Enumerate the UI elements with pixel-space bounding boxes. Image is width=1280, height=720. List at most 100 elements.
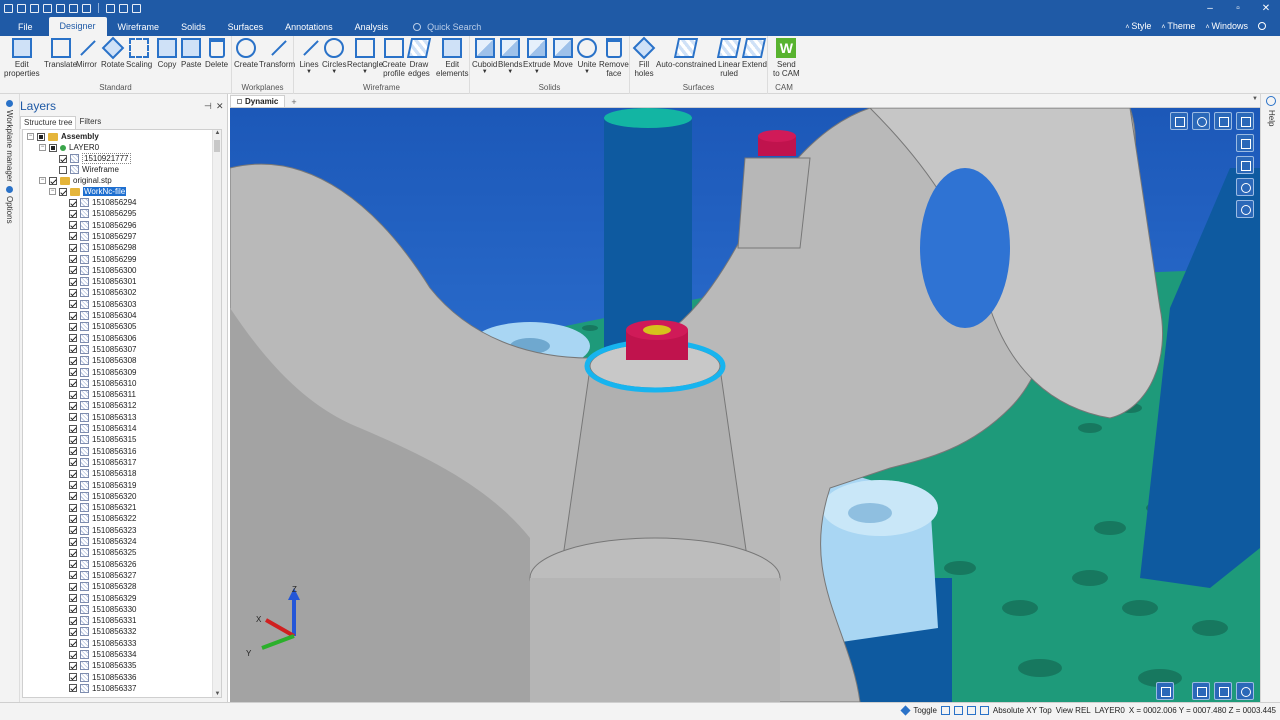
3d-viewport[interactable]: Z X Y <box>230 108 1260 702</box>
scroll-down-icon[interactable]: ▼ <box>213 691 221 697</box>
tree-row[interactable]: 1510856330 <box>69 604 137 615</box>
settings-icon[interactable] <box>1258 22 1266 30</box>
tree-row[interactable]: 1510856335 <box>69 660 137 671</box>
minimize-button[interactable]: – <box>1196 0 1224 16</box>
extrude-button[interactable]: Extrude ▼ <box>523 38 551 75</box>
layer-checkbox[interactable] <box>69 639 77 648</box>
open-folder-icon[interactable] <box>17 3 26 13</box>
menu-file[interactable]: File <box>0 18 49 36</box>
layer-checkbox[interactable] <box>69 684 77 693</box>
layer-checkbox[interactable] <box>69 243 77 252</box>
clipboard-icon[interactable] <box>132 3 141 13</box>
tree-row-layer0-child[interactable]: 1510921777 <box>59 153 131 164</box>
tree-row[interactable]: 1510856317 <box>69 457 137 468</box>
grid-view-icon[interactable] <box>1236 156 1254 174</box>
transform-button[interactable]: Transform <box>259 38 295 69</box>
tree-row[interactable]: 1510856300 <box>69 265 137 276</box>
tree-row[interactable]: 1510856305 <box>69 321 137 332</box>
tree-row[interactable]: 1510856301 <box>69 276 137 287</box>
menu-solids[interactable]: Solids <box>170 18 217 36</box>
move-button[interactable]: Move <box>553 38 573 69</box>
tree-row-layer0[interactable]: − LAYER0 <box>39 142 99 153</box>
close-button[interactable]: ✕ <box>1252 0 1280 16</box>
scaling-button[interactable]: Scaling <box>126 38 152 69</box>
menu-surfaces[interactable]: Surfaces <box>217 18 275 36</box>
linear-ruled-button[interactable]: Linear ruled <box>716 38 742 78</box>
scroll-thumb[interactable] <box>214 140 220 152</box>
layer-checkbox[interactable] <box>69 232 77 241</box>
status-view[interactable]: Absolute XY Top <box>993 706 1052 715</box>
tree-row[interactable]: 1510856324 <box>69 536 137 547</box>
tree-row[interactable]: 1510856315 <box>69 434 137 445</box>
lines-button[interactable]: Lines ▼ <box>299 38 319 75</box>
auto-constrained-button[interactable]: Auto-constrained <box>656 38 716 69</box>
tab-filters[interactable]: Filters <box>76 116 104 129</box>
add-tab-button[interactable]: + <box>285 97 302 107</box>
tree-row[interactable]: 1510856313 <box>69 412 137 423</box>
layer-checkbox[interactable] <box>69 311 77 320</box>
undo-icon[interactable] <box>106 3 115 13</box>
tree-row[interactable]: 1510856307 <box>69 344 137 355</box>
layer-checkbox[interactable] <box>69 390 77 399</box>
edit-properties-button[interactable]: Edit properties <box>4 38 40 78</box>
side-tab-workplane-manager[interactable]: Workplane manager <box>5 110 14 182</box>
tree-row[interactable]: 1510856321 <box>69 502 137 513</box>
save-as-icon[interactable] <box>43 3 52 13</box>
extend-button[interactable]: Extend <box>742 38 767 69</box>
tile-views-icon[interactable] <box>1156 682 1174 700</box>
tree-row[interactable]: 1510856306 <box>69 333 137 344</box>
workfile-checkbox[interactable] <box>59 187 67 196</box>
edit-elements-button[interactable]: Edit elements <box>436 38 468 78</box>
layers-view-icon[interactable] <box>1236 134 1254 152</box>
save-icon[interactable] <box>30 3 39 13</box>
tree-row-original[interactable]: − original.stp <box>39 175 112 186</box>
create-profile-button[interactable]: Create profile <box>382 38 406 78</box>
layer-checkbox[interactable] <box>69 368 77 376</box>
layer-checkbox[interactable] <box>69 424 77 433</box>
help-icon[interactable] <box>1266 96 1276 106</box>
layer-checkbox[interactable] <box>69 571 77 580</box>
new-file-icon[interactable] <box>4 3 13 13</box>
tree-row[interactable]: 1510856310 <box>69 378 137 389</box>
tree-row[interactable]: 1510856308 <box>69 355 137 366</box>
workplane-icon[interactable] <box>979 706 989 715</box>
layer-checkbox[interactable] <box>69 503 77 512</box>
tree-row[interactable]: 1510856333 <box>69 638 137 649</box>
layer-checkbox[interactable] <box>69 334 77 343</box>
send-to-cam-button[interactable]: W Send to CAM <box>773 38 800 78</box>
tree-row[interactable]: 1510856334 <box>69 649 137 660</box>
collapse-icon[interactable]: − <box>49 188 56 195</box>
tabs-menu-icon[interactable]: ▼ <box>1252 96 1258 102</box>
layer-checkbox[interactable] <box>69 277 77 286</box>
layer-checkbox[interactable] <box>69 266 77 275</box>
layer-checkbox[interactable] <box>69 209 77 218</box>
circles-button[interactable]: Circles ▼ <box>322 38 346 75</box>
rotate-button[interactable]: Rotate <box>101 36 125 69</box>
layer-checkbox[interactable] <box>69 221 77 230</box>
tree-row[interactable]: 1510856302 <box>69 287 137 298</box>
tree-row-workfile[interactable]: − WorkNc-file <box>49 186 127 197</box>
collapse-icon[interactable]: − <box>39 144 46 151</box>
shading-icon[interactable] <box>1192 112 1210 130</box>
theme-menu[interactable]: Theme <box>1161 21 1195 31</box>
pin-icon[interactable]: ⊣ <box>204 101 212 112</box>
status-view-rel[interactable]: View REL <box>1056 706 1091 715</box>
layer-checkbox[interactable] <box>69 673 77 682</box>
pick-icon[interactable] <box>1214 682 1232 700</box>
mirror-button[interactable]: Mirror <box>76 38 97 69</box>
close-panel-icon[interactable]: ✕ <box>216 101 224 112</box>
tree-row[interactable]: 1510856326 <box>69 559 137 570</box>
layer-checkbox[interactable] <box>69 605 77 614</box>
tree-row[interactable]: 1510856311 <box>69 389 136 400</box>
tab-dynamic[interactable]: Dynamic <box>230 95 286 107</box>
tree-row[interactable]: 1510856332 <box>69 626 137 637</box>
tree-row[interactable]: 1510856319 <box>69 480 137 491</box>
layer-checkbox[interactable] <box>69 198 77 207</box>
redo-icon[interactable] <box>119 3 128 13</box>
layer-checkbox[interactable] <box>69 514 77 523</box>
zoom-icon[interactable] <box>1192 682 1210 700</box>
layer-checkbox[interactable] <box>69 379 77 388</box>
quick-search[interactable]: Quick Search <box>413 18 481 36</box>
layer-checkbox[interactable] <box>69 401 77 410</box>
tree-row[interactable]: 1510856303 <box>69 299 137 310</box>
